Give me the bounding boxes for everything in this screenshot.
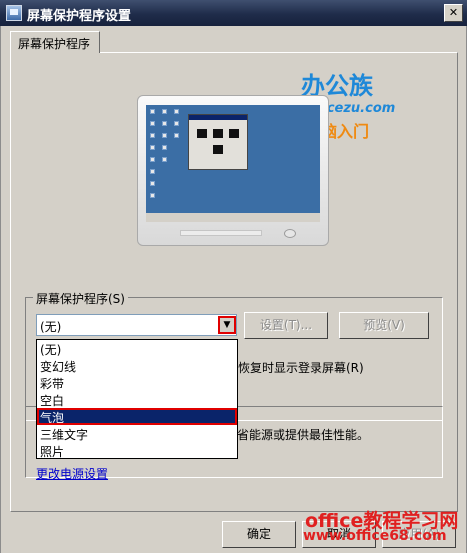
tab-screensaver[interactable]: 屏幕保护程序 <box>10 31 100 53</box>
monitor-preview <box>137 95 329 246</box>
power-description: 省能源或提供最佳性能。 <box>237 428 370 442</box>
preview-window <box>188 114 248 170</box>
desktop-icon <box>162 133 167 138</box>
preview-screen <box>146 105 320 222</box>
preview-taskbar <box>146 213 320 222</box>
ok-button[interactable]: 确定 <box>222 521 296 548</box>
watermark-url: www.office68.com <box>303 528 447 544</box>
resume-login-label[interactable]: 恢复时显示登录屏幕(R) <box>238 359 364 376</box>
desktop-icon <box>150 121 155 126</box>
list-item[interactable]: 空白 <box>37 391 237 408</box>
screensaver-dropdown-list[interactable]: (无) 变幻线 彩带 空白 气泡 三维文字 照片 <box>36 339 238 459</box>
screensaver-select[interactable]: (无) <box>36 314 237 336</box>
preview-thumbnail <box>213 145 223 154</box>
app-icon <box>6 5 22 21</box>
desktop-icon <box>174 109 179 114</box>
list-item[interactable]: 三维文字 <box>37 425 237 442</box>
screensaver-group-label: 屏幕保护程序(S) <box>33 290 128 307</box>
monitor-power-icon <box>284 229 296 238</box>
desktop-icon <box>162 109 167 114</box>
title-bar[interactable]: 屏幕保护程序设置 ✕ <box>0 0 467 26</box>
desktop-icon <box>150 169 155 174</box>
list-item[interactable]: 彩带 <box>37 374 237 391</box>
desktop-icon <box>174 121 179 126</box>
close-button[interactable]: ✕ <box>444 4 463 22</box>
preview-window-titlebar <box>189 115 247 120</box>
preview-thumbnail <box>229 129 239 138</box>
dialog-body: 屏幕保护程序 办公族 Officezu.com 电脑入门 屏幕保护程序(S) (… <box>0 26 467 553</box>
preview-button[interactable]: 预览(V) <box>339 312 429 339</box>
preview-thumbnail <box>213 129 223 138</box>
change-power-settings-link[interactable]: 更改电源设置 <box>36 465 108 482</box>
monitor-vent <box>180 230 262 236</box>
desktop-icon <box>174 133 179 138</box>
desktop-icon <box>162 145 167 150</box>
list-item[interactable]: 变幻线 <box>37 357 237 374</box>
desktop-icon <box>150 193 155 198</box>
list-item-selected[interactable]: 气泡 <box>37 408 237 425</box>
desktop-icon <box>162 157 167 162</box>
desktop-icon <box>150 145 155 150</box>
preview-thumbnail <box>197 129 207 138</box>
desktop-icon <box>162 121 167 126</box>
list-item[interactable]: 照片 <box>37 442 237 459</box>
desktop-icon <box>150 109 155 114</box>
desktop-icon <box>150 157 155 162</box>
list-item[interactable]: (无) <box>37 340 237 357</box>
desktop-icon <box>150 133 155 138</box>
window-title: 屏幕保护程序设置 <box>27 9 132 24</box>
dropdown-arrow-icon[interactable]: ▼ <box>218 316 236 334</box>
desktop-icon <box>150 181 155 186</box>
settings-button[interactable]: 设置(T)... <box>244 312 328 339</box>
